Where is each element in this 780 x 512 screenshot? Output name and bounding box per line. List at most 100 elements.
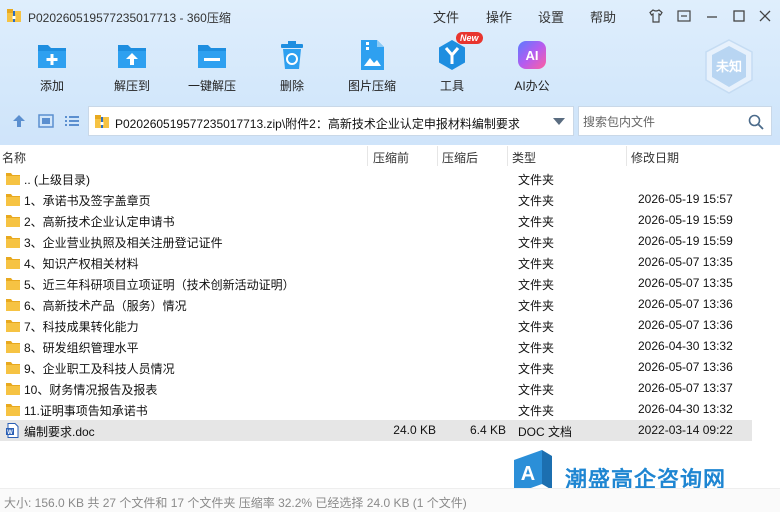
close-button[interactable] [755,6,775,26]
file-row[interactable]: 6、高新技术产品（服务）情况 文件夹 2026-05-07 13:36 [0,294,752,315]
file-type: 文件夹 [518,173,555,187]
file-row[interactable]: 2、高新技术企业认定申请书 文件夹 2026-05-19 15:59 [0,210,752,231]
ai-office-button[interactable]: AI AI办公 [492,38,572,98]
status-bar: 大小: 156.0 KB 共 27 个文件和 17 个文件夹 压缩率 32.2%… [0,488,780,512]
shield-badge-icon: 未知 [705,39,753,94]
file-name: 6、高新技术产品（服务）情况 [24,299,187,313]
folder-icon [6,257,20,269]
status-text: 大小: 156.0 KB 共 27 个文件和 17 个文件夹 压缩率 32.2%… [4,496,467,510]
close-icon [759,10,771,22]
address-path: P020260519577235017713.zip\附件2：高新技术企业认定申… [115,117,520,131]
app-icon [7,9,21,22]
tools-button[interactable]: New 工具 [412,32,492,98]
extract-to-button[interactable]: 解压到 [92,38,172,98]
menu-operation[interactable]: 操作 [486,7,512,26]
one-click-extract-icon [198,45,226,68]
new-badge: New [456,32,483,44]
file-name: 4、知识产权相关材料 [24,257,139,271]
maximize-icon [733,10,745,22]
ai-office-label: AI办公 [514,79,550,93]
file-row[interactable]: 9、企业职工及科技人员情况 文件夹 2026-05-07 13:36 [0,357,752,378]
address-bar[interactable]: P020260519577235017713.zip\附件2：高新技术企业认定申… [88,106,574,136]
file-name: 7、科技成果转化能力 [24,320,139,334]
file-row[interactable]: 10、财务情况报告及报表 文件夹 2026-05-07 13:37 [0,378,752,399]
file-type: 文件夹 [518,278,555,292]
file-compressed-size: 6.4 KB [469,423,506,437]
image-compress-button[interactable]: 图片压缩 [332,38,412,98]
skin-button[interactable] [646,6,666,26]
file-row[interactable]: 4、知识产权相关材料 文件夹 2026-05-07 13:35 [0,252,752,273]
menu-settings[interactable]: 设置 [538,7,564,26]
file-type: 文件夹 [518,215,555,229]
search-box[interactable] [578,106,772,136]
address-dropdown-icon[interactable] [553,118,565,125]
file-date: 2026-05-07 13:36 [638,360,733,374]
delete-button[interactable]: 删除 [252,38,332,98]
extract-to-icon [118,45,146,68]
column-header: 名称 压缩前 压缩后 类型 修改日期 [0,145,780,167]
column-modified[interactable]: 修改日期 [631,149,679,166]
file-name: 11.证明事项告知承诺书 [24,404,148,418]
search-input[interactable] [583,113,743,131]
menu-help[interactable]: 帮助 [590,7,616,26]
list-view-icon[interactable] [63,112,81,130]
file-date: 2026-05-19 15:59 [638,234,733,248]
tshirt-icon [649,9,663,23]
file-row[interactable]: 7、科技成果转化能力 文件夹 2026-05-07 13:36 [0,315,752,336]
folder-icon [6,236,20,248]
file-row[interactable]: 8、研发组织管理水平 文件夹 2026-04-30 13:32 [0,336,752,357]
column-divider[interactable] [507,146,508,166]
column-divider[interactable] [437,146,438,166]
folder-icon [6,383,20,395]
file-row[interactable]: 5、近三年科研项目立项证明（技术创新活动证明） 文件夹 2026-05-07 13:… [0,273,752,294]
file-row[interactable]: W 编制要求.doc 24.0 KB 6.4 KB DOC 文档 2022-03-14 0… [0,420,752,441]
thumbnail-view-icon[interactable] [37,112,55,130]
file-type: 文件夹 [518,320,555,334]
one-click-extract-label: 一键解压 [187,79,236,93]
file-name: 3、企业营业执照及相关注册登记证件 [24,236,223,250]
column-type[interactable]: 类型 [512,149,536,166]
watermark-logo-letter: A [521,463,535,485]
file-name: 1、承诺书及签字盖章页 [24,194,151,208]
column-compressed-size[interactable]: 压缩后 [442,149,478,166]
file-name: 5、近三年科研项目立项证明（技术创新活动证明） [24,278,295,292]
file-date: 2026-05-07 13:35 [638,276,733,290]
folder-icon [6,278,20,290]
file-name: 8、研发组织管理水平 [24,341,139,355]
menu-file[interactable]: 文件 [433,7,459,26]
file-row[interactable]: .. (上级目录) 文件夹 [0,168,752,189]
column-divider[interactable] [367,146,368,166]
file-name: .. (上级目录) [24,173,90,187]
maximize-button[interactable] [729,6,749,26]
column-divider[interactable] [626,146,627,166]
ai-office-icon: AI [518,41,546,69]
file-date: 2026-05-07 13:35 [638,255,733,269]
file-date: 2026-05-07 13:36 [638,297,733,311]
one-click-extract-button[interactable]: 一键解压 [172,38,252,98]
delete-label: 删除 [279,79,304,93]
image-compress-label: 图片压缩 [347,79,396,93]
tools-label: 工具 [439,79,464,93]
file-date: 2026-04-30 13:32 [638,402,733,416]
search-icon[interactable] [747,113,765,131]
file-type: 文件夹 [518,194,555,208]
file-type: 文件夹 [518,257,555,271]
file-original-size: 24.0 KB [393,423,436,437]
minimize-button[interactable] [702,6,722,26]
file-type: 文件夹 [518,383,555,397]
column-original-size[interactable]: 压缩前 [373,149,409,166]
column-name[interactable]: 名称 [2,149,26,166]
feedback-button[interactable] [674,6,694,26]
file-row[interactable]: 11.证明事项告知承诺书 文件夹 2026-04-30 13:32 [0,399,752,420]
add-button[interactable]: 添加 [12,38,92,98]
file-row[interactable]: 1、承诺书及签字盖章页 文件夹 2026-05-19 15:57 [0,189,752,210]
folder-icon [6,173,20,185]
file-row[interactable]: 3、企业营业执照及相关注册登记证件 文件夹 2026-05-19 15:59 [0,231,752,252]
title-bar: P020260519577235017713 - 360压缩 文件 操作 设置 … [0,0,780,32]
account-badge[interactable]: 未知 [702,38,756,96]
delete-icon [281,41,303,69]
file-type: 文件夹 [518,362,555,376]
vertical-scrollbar[interactable] [758,167,776,487]
file-type: 文件夹 [518,299,555,313]
up-arrow-icon[interactable] [10,112,28,130]
